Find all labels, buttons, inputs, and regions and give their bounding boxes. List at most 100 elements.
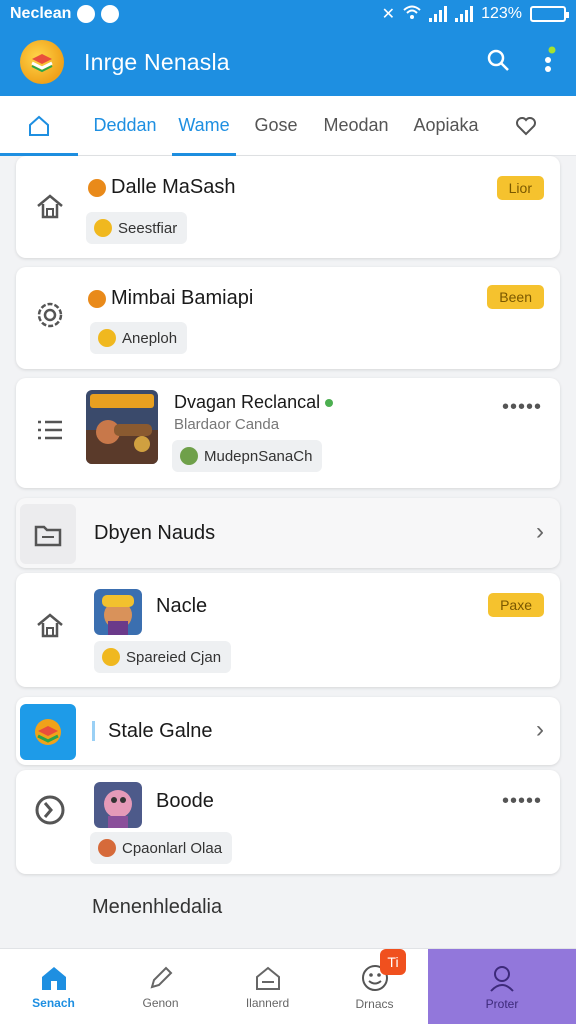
more-icon[interactable]: [544, 46, 556, 79]
tag-label: Aneploh: [122, 329, 178, 347]
tab-bar: Deddan Wame Gose Meodan Aopiaka: [0, 96, 576, 156]
wifi-icon: [403, 5, 421, 24]
list-item-card[interactable]: Mimbai Bamiapi Been Aneploh: [16, 267, 560, 369]
card-subtitle: Blardaor Canda: [174, 416, 280, 433]
card-title: Boode: [156, 790, 214, 812]
section-footer-text: Menenhledalia: [92, 896, 223, 918]
settings-icon: [30, 295, 70, 335]
app-bar: Inrge Nenasla: [0, 28, 576, 96]
list-item-card[interactable]: Boode ••••• Cpaonlarl Olaa: [16, 770, 560, 874]
badge-icon: [180, 447, 198, 465]
more-options-icon[interactable]: •••••: [502, 790, 542, 813]
notification-badge: Ti: [380, 949, 406, 975]
signal-icon: [429, 6, 448, 22]
list-item-card[interactable]: Dvagan Reclancal Blardaor Canda ••••• Mu…: [16, 378, 560, 488]
bottom-nav: Senach Genon Ilannerd Drnacs Ti Proter: [0, 948, 576, 1024]
home-icon: [29, 115, 49, 136]
game-thumbnail[interactable]: [94, 782, 142, 828]
list-item-card[interactable]: Nacle Paxe Spareied Cjan: [16, 573, 560, 687]
card-title: Mimbai Bamiapi: [88, 287, 253, 310]
more-options-icon[interactable]: •••••: [502, 396, 542, 419]
tag-label: Spareied Cjan: [126, 648, 222, 666]
app-title: Inrge Nenasla: [84, 48, 230, 75]
heart-icon: [516, 116, 536, 135]
nav-label: Ilannerd: [245, 996, 290, 1010]
tab-favorites[interactable]: [496, 96, 556, 156]
nav-drnacs[interactable]: Drnacs Ti: [321, 949, 428, 1024]
battery-percent: 123%: [481, 5, 522, 22]
game-thumbnail[interactable]: [94, 589, 142, 635]
app-icon: [20, 704, 76, 760]
badge-icon: [98, 839, 116, 857]
chevron-right-icon: ›: [536, 716, 544, 743]
tag-label: Cpaonlarl Olaa: [122, 839, 223, 857]
mute-icon: ✕: [381, 6, 396, 23]
card-title-text: Dvagan Reclancal: [174, 392, 321, 412]
game-thumbnail[interactable]: [86, 390, 158, 464]
status-bar: Neclean ✕ 123%: [0, 0, 576, 28]
tab-aopiaka[interactable]: Aopiaka: [396, 96, 496, 156]
card-title: Dalle MaSash: [88, 176, 236, 199]
divider: [92, 721, 95, 741]
coin-icon: [94, 219, 112, 237]
messenger-icon: [101, 5, 120, 23]
tab-deddan[interactable]: Deddan: [78, 96, 172, 156]
nav-profile[interactable]: Proter: [428, 949, 576, 1024]
tab-gose[interactable]: Gose: [236, 96, 316, 156]
reward-icon: [88, 178, 106, 197]
nav-ilannerd[interactable]: Ilannerd: [214, 949, 321, 1024]
card-title-text: Dalle MaSash: [111, 176, 236, 198]
tag-pill[interactable]: MudepnSanaCh: [172, 440, 323, 472]
carrier-label: Neclean: [10, 5, 72, 22]
card-title: Nacle: [156, 595, 208, 617]
house-outline-icon: [255, 966, 280, 990]
tag-pill[interactable]: Aneploh: [90, 322, 188, 354]
reward-icon: [88, 289, 106, 308]
status-badge: Paxe: [488, 593, 544, 617]
status-badge: Been: [487, 285, 544, 309]
tab-wame[interactable]: Wame: [172, 96, 236, 156]
refresh-icon: [30, 790, 70, 830]
smile-icon: [98, 329, 116, 347]
nav-label: Proter: [485, 997, 519, 1011]
tag-label: MudepnSanaCh: [204, 447, 313, 465]
list-item-card[interactable]: Dalle MaSash Lior Seestfiar: [16, 156, 560, 258]
card-title-text: Mimbai Bamiapi: [111, 287, 254, 309]
folder-icon: [20, 504, 76, 564]
house-icon: [30, 605, 70, 645]
app-logo: [20, 40, 64, 84]
status-badge: Lior: [496, 176, 544, 200]
row-title: Stale Galne: [108, 720, 213, 742]
tag-pill[interactable]: Spareied Cjan: [94, 641, 232, 673]
nav-label: Genon: [142, 996, 179, 1010]
tag-label: Seestfiar: [118, 219, 178, 237]
signal-icon-2: [455, 6, 474, 22]
tab-label: Gose: [254, 115, 298, 135]
coin-icon: [102, 648, 120, 666]
nav-label: Senach: [32, 996, 75, 1010]
tab-label: Meodan: [323, 115, 389, 135]
tab-label: Deddan: [93, 115, 157, 135]
nav-label: Drnacs: [355, 997, 394, 1011]
nav-genon[interactable]: Genon: [107, 949, 214, 1024]
battery-icon: [530, 6, 569, 22]
notification-icon: [77, 5, 96, 23]
house-icon: [30, 186, 70, 226]
pen-icon: [150, 966, 172, 989]
list-row[interactable]: Stale Galne ›: [16, 697, 560, 765]
tab-label: Wame: [178, 115, 230, 135]
list-icon: [30, 410, 70, 450]
tag-pill[interactable]: Cpaonlarl Olaa: [90, 832, 233, 864]
profile-icon: [490, 966, 514, 992]
tag-pill[interactable]: Seestfiar: [86, 212, 188, 244]
tab-home[interactable]: [0, 96, 78, 156]
online-dot-icon: [325, 398, 334, 407]
nav-search[interactable]: Senach: [0, 949, 107, 1024]
search-icon[interactable]: [486, 48, 510, 77]
row-title: Dbyen Nauds: [94, 522, 216, 544]
home-icon: [41, 967, 66, 990]
list-row[interactable]: Dbyen Nauds ›: [16, 498, 560, 568]
tab-label: Aopiaka: [413, 115, 479, 135]
tab-meodan[interactable]: Meodan: [316, 96, 396, 156]
card-title: Dvagan Reclancal: [174, 392, 334, 413]
